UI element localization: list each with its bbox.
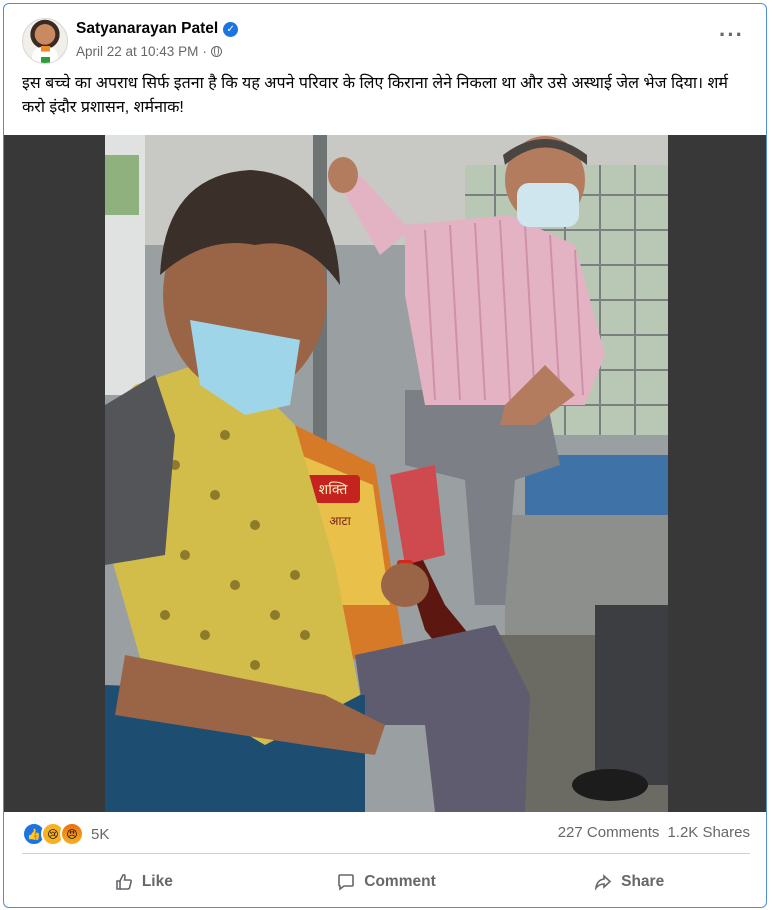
post-card: Satyanarayan Patel ✓ April 22 at 10:43 P… bbox=[3, 3, 767, 908]
action-divider bbox=[22, 853, 750, 854]
post-timestamp[interactable]: April 22 at 10:43 PM bbox=[76, 44, 198, 59]
post-photo[interactable]: शक्ति आटा bbox=[105, 135, 668, 812]
comment-label: Comment bbox=[364, 873, 436, 890]
action-bar: Like Comment Share bbox=[22, 860, 750, 904]
share-arrow-icon bbox=[594, 874, 612, 891]
post-media[interactable]: शक्ति आटा bbox=[4, 135, 766, 812]
like-button[interactable]: Like bbox=[22, 860, 265, 904]
public-globe-icon[interactable] bbox=[210, 46, 222, 57]
post-meta: April 22 at 10:43 PM · bbox=[76, 44, 222, 59]
more-options-icon[interactable]: ··· bbox=[719, 24, 744, 46]
post-text: इस बच्चे का अपराध सिर्फ इतना है कि यह अप… bbox=[22, 75, 729, 116]
author-row: Satyanarayan Patel ✓ bbox=[76, 20, 239, 38]
comment-bubble-icon bbox=[338, 874, 355, 891]
package-brand-text: शक्ति bbox=[319, 481, 349, 498]
like-label: Like bbox=[141, 873, 173, 890]
engagement-counts: 227 Comments 1.2K Shares bbox=[558, 824, 750, 841]
social-bar: 👍 😢 😠 5K 227 Comments 1.2K Shares bbox=[22, 817, 750, 846]
package-word-text: आटा bbox=[329, 514, 351, 528]
angry-reaction-icon: 😠 bbox=[60, 822, 84, 846]
reaction-count[interactable]: 5K bbox=[91, 826, 109, 843]
shares-count[interactable]: 1.2K Shares bbox=[667, 824, 750, 841]
share-button[interactable]: Share bbox=[507, 860, 750, 904]
meta-separator: · bbox=[202, 44, 207, 59]
share-label: Share bbox=[621, 873, 665, 890]
post-header: Satyanarayan Patel ✓ April 22 at 10:43 P… bbox=[22, 18, 748, 66]
author-name[interactable]: Satyanarayan Patel bbox=[76, 20, 218, 38]
author-avatar[interactable] bbox=[22, 18, 68, 64]
verified-badge-icon: ✓ bbox=[223, 21, 239, 37]
avatar-scarf bbox=[41, 46, 50, 63]
thumbs-up-icon bbox=[116, 873, 132, 890]
reactions-summary[interactable]: 👍 😢 😠 5K bbox=[22, 822, 109, 846]
comments-count[interactable]: 227 Comments bbox=[558, 824, 660, 841]
comment-button[interactable]: Comment bbox=[265, 860, 508, 904]
